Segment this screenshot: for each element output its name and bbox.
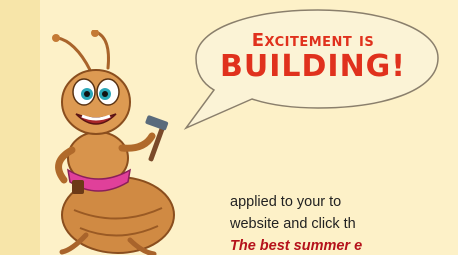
headline-line-2: building!	[220, 49, 406, 84]
body-line-1: applied to your to	[230, 194, 342, 210]
body-line-2: website and click th	[230, 216, 356, 232]
ant-mascot	[52, 30, 175, 255]
body-text: applied to your to website and click th	[230, 191, 458, 235]
headline-line-1: Excitement is	[251, 30, 375, 51]
speech-bubble-text: Excitement is building!	[208, 32, 418, 82]
promo-text: The best summer e	[230, 238, 363, 254]
